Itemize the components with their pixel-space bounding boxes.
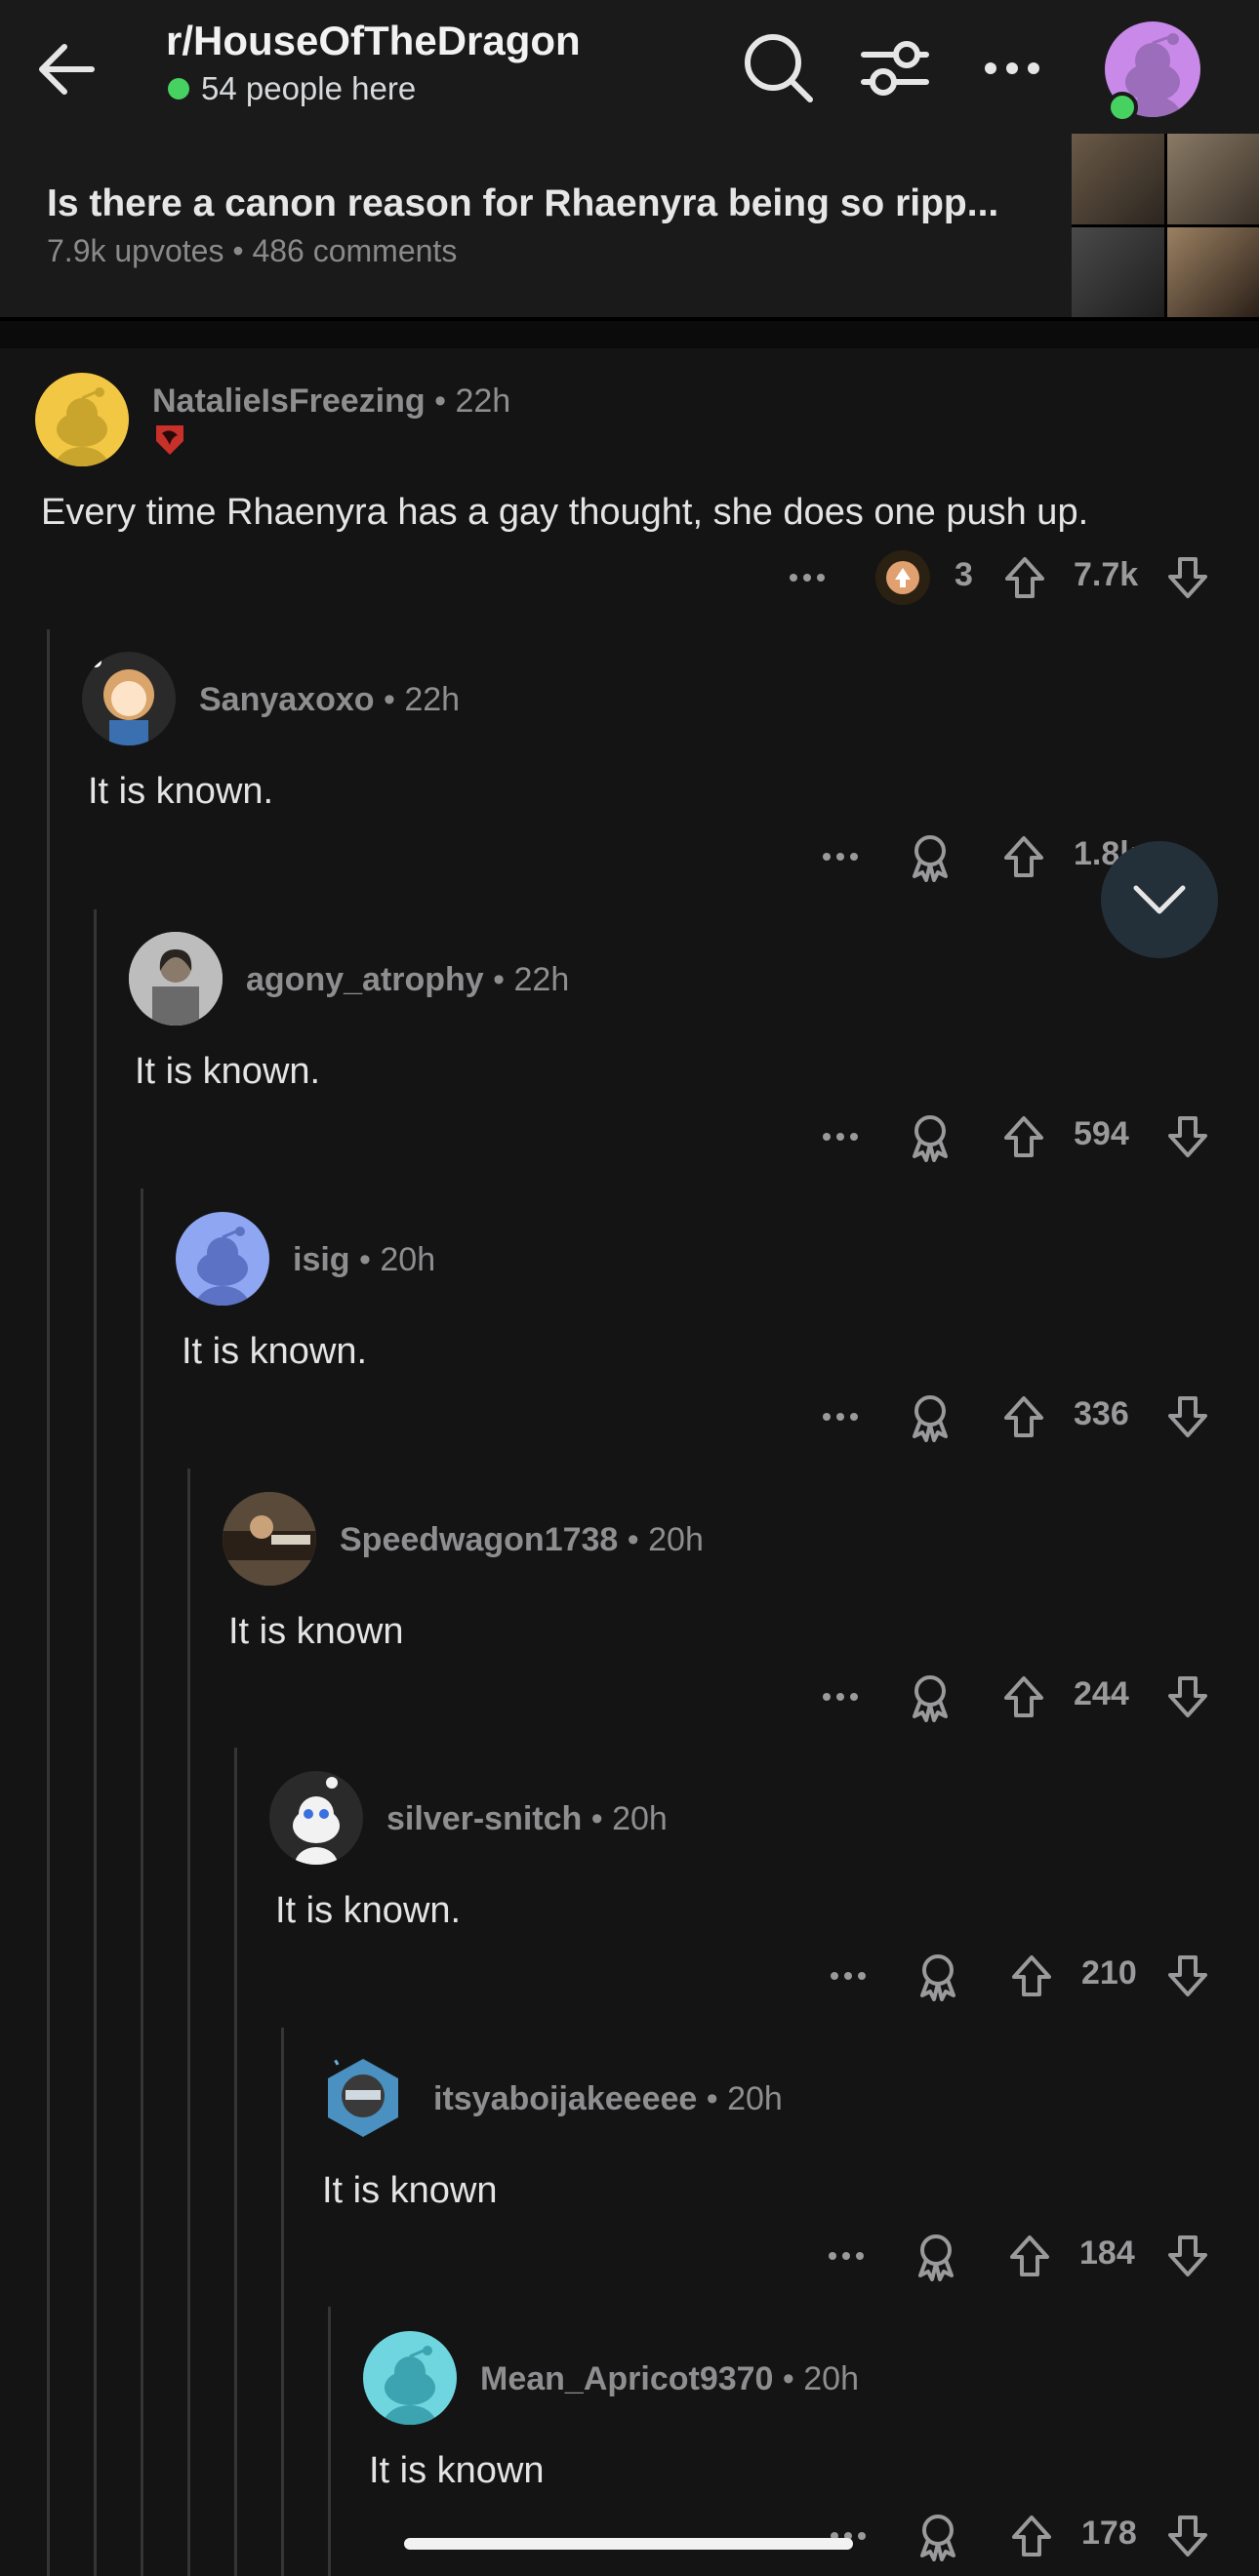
post-title[interactable]: Is there a canon reason for Rhaenyra bei… <box>47 182 1023 225</box>
home-indicator[interactable] <box>404 2538 853 2550</box>
user-avatar[interactable] <box>316 2051 410 2145</box>
thread-line <box>281 2028 284 2576</box>
post-summary[interactable]: Is there a canon reason for Rhaenyra bei… <box>0 132 1259 321</box>
more-options-icon[interactable] <box>822 2507 874 2565</box>
flair-icon <box>152 422 187 457</box>
comment-actions: 184 <box>820 2227 1224 2285</box>
more-options-icon[interactable] <box>973 29 1051 107</box>
award-icon[interactable] <box>904 827 956 886</box>
award-icon[interactable] <box>912 1947 964 2005</box>
comment-body: It is known. <box>182 1331 368 1372</box>
comment-actions: 210 <box>822 1947 1224 2005</box>
downvote-icon[interactable] <box>1163 1668 1212 1726</box>
upvote-icon[interactable] <box>1000 548 1049 607</box>
thread-line <box>141 1188 143 2576</box>
downvote-icon[interactable] <box>1163 1947 1212 2005</box>
thread-line <box>47 629 50 2576</box>
comment-author[interactable]: Speedwagon1738 • 20h <box>340 1521 704 1559</box>
search-icon[interactable] <box>740 29 818 107</box>
award-count: 3 <box>954 556 973 593</box>
comment-author[interactable]: itsyaboijakeeeee • 20h <box>433 2080 783 2118</box>
more-options-icon[interactable] <box>814 1107 867 1166</box>
top-bar: r/HouseOfTheDragon 54 people here <box>0 0 1259 132</box>
award-icon[interactable] <box>904 1668 956 1726</box>
online-status-icon <box>1107 92 1138 123</box>
comment-body: It is known. <box>135 1051 321 1092</box>
comment-body: It is known. <box>275 1890 462 1931</box>
award-icon[interactable] <box>869 548 937 607</box>
award-icon[interactable] <box>912 2507 964 2565</box>
thread-line <box>187 1469 190 2576</box>
upvote-icon[interactable] <box>999 1668 1048 1726</box>
comment-actions: 3 7.7k <box>781 548 1220 607</box>
vote-score: 336 <box>1074 1395 1129 1432</box>
downvote-icon[interactable] <box>1163 2227 1212 2285</box>
comment-actions: 244 <box>814 1668 1224 1726</box>
comment-body: It is known <box>369 2450 545 2491</box>
downvote-icon[interactable] <box>1163 1107 1212 1166</box>
next-comment-button[interactable] <box>1101 841 1218 958</box>
thread-line <box>234 1748 237 2576</box>
user-avatar[interactable] <box>35 373 129 466</box>
award-icon[interactable] <box>904 1388 956 1446</box>
online-dot-icon <box>168 78 189 100</box>
post-thumbnail[interactable] <box>1072 134 1259 317</box>
vote-score: 7.7k <box>1074 556 1139 593</box>
vote-score: 594 <box>1074 1115 1129 1152</box>
user-avatar[interactable] <box>129 932 223 1026</box>
post-meta: 7.9k upvotes • 486 comments <box>47 233 458 268</box>
comment-actions: 594 <box>814 1107 1224 1166</box>
downvote-icon[interactable] <box>1163 548 1212 607</box>
user-avatar[interactable] <box>223 1492 316 1586</box>
online-count: 54 people here <box>168 70 416 107</box>
user-avatar[interactable] <box>363 2331 457 2425</box>
online-text: 54 people here <box>201 70 417 106</box>
comment-body: It is known <box>322 2170 498 2211</box>
upvote-icon[interactable] <box>1007 1947 1056 2005</box>
user-avatar[interactable] <box>82 652 176 745</box>
award-icon[interactable] <box>910 2227 962 2285</box>
upvote-icon[interactable] <box>999 827 1048 886</box>
thread-line <box>94 909 97 2576</box>
comment-author[interactable]: Sanyaxoxo • 22h <box>199 681 460 719</box>
upvote-icon[interactable] <box>1005 2227 1054 2285</box>
comment-author[interactable]: agony_atrophy • 22h <box>246 961 569 999</box>
more-options-icon[interactable] <box>814 827 867 886</box>
comment-body: It is known <box>228 1611 404 1652</box>
comment-author[interactable]: silver-snitch • 20h <box>386 1800 668 1838</box>
comment-body: It is known. <box>88 771 274 812</box>
upvote-icon[interactable] <box>999 1107 1048 1166</box>
vote-score: 178 <box>1081 2515 1137 2552</box>
more-options-icon[interactable] <box>820 2227 873 2285</box>
downvote-icon[interactable] <box>1163 2507 1212 2565</box>
more-options-icon[interactable] <box>814 1668 867 1726</box>
more-options-icon[interactable] <box>814 1388 867 1446</box>
comment-actions: 336 <box>814 1388 1224 1446</box>
award-icon[interactable] <box>904 1107 956 1166</box>
user-avatar[interactable] <box>176 1212 269 1306</box>
comment-author[interactable]: isig • 20h <box>293 1241 435 1279</box>
vote-score: 244 <box>1074 1675 1129 1712</box>
divider <box>0 321 1259 348</box>
subreddit-title[interactable]: r/HouseOfTheDragon <box>166 18 581 64</box>
comment-actions: 178 <box>822 2507 1224 2565</box>
downvote-icon[interactable] <box>1163 1388 1212 1446</box>
vote-score: 210 <box>1081 1954 1137 1992</box>
more-options-icon[interactable] <box>822 1947 874 2005</box>
comment-author[interactable]: NatalieIsFreezing • 22h <box>152 382 510 421</box>
back-arrow-icon[interactable] <box>33 35 102 103</box>
more-options-icon[interactable] <box>781 548 833 607</box>
upvote-icon[interactable] <box>1007 2507 1056 2565</box>
upvote-icon[interactable] <box>999 1388 1048 1446</box>
user-avatar[interactable] <box>269 1771 363 1865</box>
filter-icon[interactable] <box>856 29 934 107</box>
comment-body: Every time Rhaenyra has a gay thought, s… <box>41 492 1089 533</box>
thread-line <box>328 2307 331 2576</box>
comment-author[interactable]: Mean_Apricot9370 • 20h <box>480 2360 859 2398</box>
vote-score: 184 <box>1079 2234 1135 2272</box>
